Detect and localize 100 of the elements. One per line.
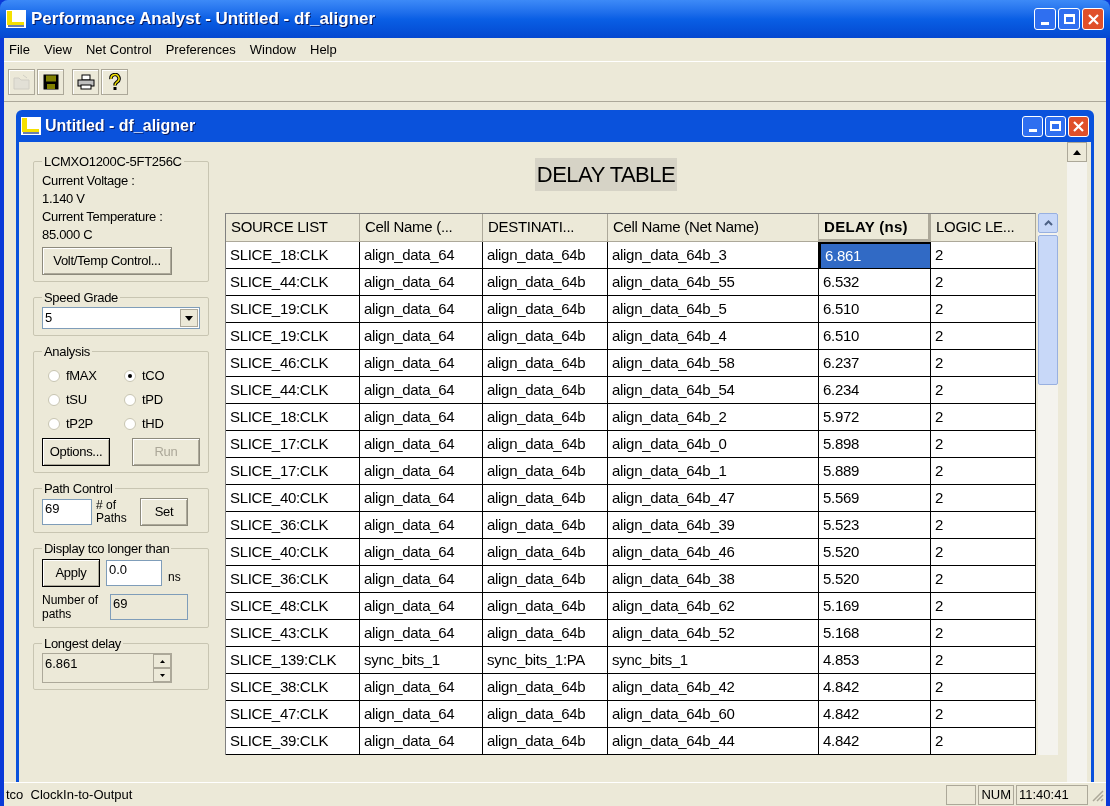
radio-button[interactable] — [48, 369, 60, 382]
table-cell: 2 — [931, 674, 1036, 701]
maximize-button[interactable] — [1045, 115, 1066, 137]
menu-item[interactable]: View — [42, 39, 73, 60]
table-cell: align_data_64b_62 — [608, 593, 819, 620]
group-label: Display tco longer than — [43, 540, 171, 558]
table-title: DELAY TABLE — [534, 158, 678, 191]
table-cell: 2 — [931, 323, 1036, 350]
push-button[interactable]: Apply — [42, 558, 100, 587]
table-cell: align_data_64b_54 — [608, 377, 819, 404]
radio-button[interactable] — [48, 393, 60, 406]
table-cell: align_data_64b_4 — [608, 323, 819, 350]
temperature-value: 85.000 C — [42, 225, 94, 244]
close-button[interactable] — [1082, 8, 1104, 30]
table-cell: align_data_64 — [360, 701, 483, 728]
toolbar-button[interactable] — [72, 68, 99, 95]
column-header[interactable]: SOURCE LIST — [226, 214, 360, 242]
maximize-button[interactable] — [1058, 8, 1080, 30]
speed-grade-dropdown[interactable]: 5 — [42, 307, 200, 329]
input-field[interactable]: 0.0 — [106, 559, 162, 586]
table-cell: align_data_64 — [360, 269, 483, 296]
count-label: Number of paths — [42, 592, 100, 621]
resize-grip-icon[interactable] — [1090, 787, 1104, 802]
table-cell: align_data_64 — [360, 404, 483, 431]
radio-button[interactable] — [124, 393, 136, 406]
radio-option[interactable]: tHD — [124, 411, 200, 436]
table-cell: 4.842 — [819, 701, 931, 728]
column-header[interactable]: LOGIC LE... — [931, 214, 1036, 242]
table-cell: align_data_64b — [483, 485, 608, 512]
scroll-up-icon[interactable] — [1073, 149, 1081, 155]
minimize-button[interactable] — [1034, 8, 1056, 30]
table-cell: 5.520 — [819, 566, 931, 593]
table-cell: SLICE_47:CLK — [226, 701, 360, 728]
table-cell: align_data_64 — [360, 350, 483, 377]
radio-option[interactable]: fMAX — [48, 363, 124, 388]
radio-button[interactable] — [124, 369, 136, 382]
table-cell: SLICE_19:CLK — [226, 323, 360, 350]
radio-button[interactable] — [124, 417, 136, 430]
minimize-button[interactable] — [1022, 115, 1043, 137]
menu-item[interactable]: Preferences — [164, 39, 237, 60]
table-scrollbar[interactable] — [1038, 213, 1058, 755]
window-scrollbar[interactable] — [1067, 142, 1087, 782]
toolbar-button[interactable] — [101, 68, 128, 95]
table-cell: align_data_64b — [483, 728, 608, 755]
radio-option[interactable]: tPD — [124, 387, 200, 412]
table-cell: SLICE_36:CLK — [226, 512, 360, 539]
push-button[interactable]: Volt/Temp Control... — [42, 246, 172, 275]
table-cell: SLICE_17:CLK — [226, 458, 360, 485]
radio-button[interactable] — [48, 417, 60, 430]
question-mark-icon — [108, 72, 121, 91]
column-header[interactable]: Cell Name (... — [360, 214, 483, 242]
table-cell: SLICE_18:CLK — [226, 242, 360, 269]
table-cell: align_data_64b_0 — [608, 431, 819, 458]
table-cell: 5.520 — [819, 539, 931, 566]
input-field[interactable]: 69 — [42, 499, 92, 525]
voltage-value: 1.140 V — [42, 189, 86, 208]
menu-item[interactable]: Help — [309, 39, 338, 60]
radio-option[interactable]: tCO — [124, 363, 200, 388]
table-cell: SLICE_39:CLK — [226, 728, 360, 755]
push-button[interactable]: Options... — [42, 437, 110, 466]
readonly-field: 69 — [110, 593, 188, 620]
table-cell: align_data_64 — [360, 485, 483, 512]
toolbar-button[interactable] — [37, 68, 64, 95]
radio-option[interactable]: tSU — [48, 387, 124, 412]
app-logo-icon — [21, 117, 41, 135]
table-cell: align_data_64b — [483, 242, 608, 269]
table-cell: 2 — [931, 404, 1036, 431]
table-cell: sync_bits_1 — [608, 647, 819, 674]
table-cell: align_data_64 — [360, 431, 483, 458]
table-cell: 2 — [931, 647, 1036, 674]
table-cell: align_data_64 — [360, 539, 483, 566]
app-logo-icon — [6, 10, 26, 28]
menu-item[interactable]: Net Control — [84, 39, 153, 60]
column-header[interactable]: DELAY (ns) — [819, 214, 931, 242]
close-button[interactable] — [1068, 115, 1089, 137]
menu-item[interactable]: File — [8, 39, 31, 60]
table-cell: align_data_64b_46 — [608, 539, 819, 566]
table-cell: sync_bits_1:PA — [483, 647, 608, 674]
voltage-label: Current Voltage : — [42, 171, 136, 190]
table-cell: align_data_64b_5 — [608, 296, 819, 323]
table-cell: SLICE_18:CLK — [226, 404, 360, 431]
radio-option[interactable]: tP2P — [48, 411, 124, 436]
table-cell: align_data_64b_44 — [608, 728, 819, 755]
window-title: Performance Analyst - Untitled - df_aligner — [31, 8, 377, 31]
table-cell: align_data_64b — [483, 350, 608, 377]
table-cell: 5.523 — [819, 512, 931, 539]
table-cell: sync_bits_1 — [360, 647, 483, 674]
push-button[interactable]: Set — [140, 498, 188, 526]
table-cell: align_data_64b_58 — [608, 350, 819, 377]
table-cell: 6.861 — [819, 242, 931, 269]
table-cell: 2 — [931, 512, 1036, 539]
table-cell: 4.842 — [819, 728, 931, 755]
table-cell: SLICE_40:CLK — [226, 539, 360, 566]
temperature-label: Current Temperature : — [42, 207, 164, 226]
table-cell: 6.237 — [819, 350, 931, 377]
column-header[interactable]: DESTINATI... — [483, 214, 608, 242]
menu-item[interactable]: Window — [248, 39, 297, 60]
column-header[interactable]: Cell Name (Net Name) — [608, 214, 819, 242]
table-cell: align_data_64b — [483, 566, 608, 593]
table-cell: align_data_64b_1 — [608, 458, 819, 485]
